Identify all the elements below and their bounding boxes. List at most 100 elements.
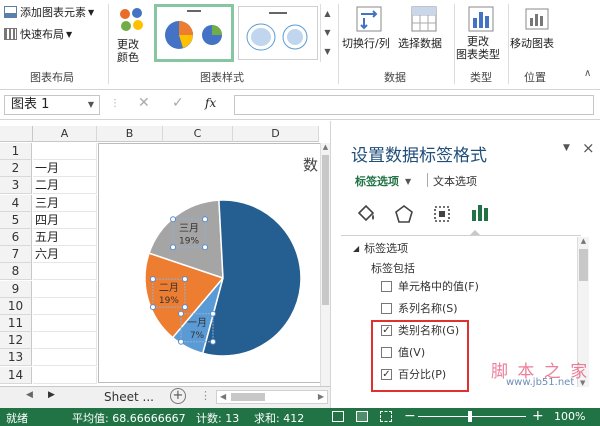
checkbox[interactable] — [381, 302, 392, 314]
fill-line-icon[interactable] — [355, 203, 377, 225]
cell-a[interactable] — [33, 263, 97, 281]
column-header-b[interactable]: B — [97, 126, 163, 142]
select-data-button[interactable]: 选择数据 — [398, 4, 450, 54]
vertical-scrollbar[interactable]: ▲ — [320, 143, 330, 386]
scroll-thumb[interactable] — [579, 249, 588, 281]
selection-handle[interactable] — [181, 276, 188, 283]
scroll-right-icon[interactable]: ▶ — [318, 392, 324, 401]
zoom-slider-thumb[interactable] — [468, 411, 472, 422]
zoom-level[interactable]: 100% — [554, 410, 585, 423]
collapse-ribbon-icon[interactable]: ∧ — [584, 68, 591, 79]
tab-text-options[interactable]: 文本选项 — [433, 173, 477, 189]
cell-a[interactable] — [33, 280, 97, 298]
section-header[interactable]: ◢ 标签选项 — [353, 240, 408, 256]
scroll-thumb[interactable] — [231, 393, 265, 401]
selection-handle[interactable] — [202, 244, 209, 251]
close-pane-button[interactable]: × — [582, 139, 595, 157]
checkbox[interactable] — [381, 280, 392, 292]
cell-a[interactable] — [33, 332, 97, 350]
cell-a[interactable]: 三月 — [33, 194, 97, 212]
scroll-down-icon[interactable]: ▼ — [321, 23, 334, 42]
chart-style-1[interactable] — [154, 4, 234, 62]
zoom-slider[interactable] — [418, 416, 526, 417]
row-header[interactable]: 6 — [0, 229, 32, 246]
page-layout-icon[interactable] — [356, 411, 368, 422]
selection-handle[interactable] — [149, 276, 156, 283]
selection-handle[interactable] — [177, 338, 184, 345]
selection-handle[interactable] — [177, 310, 184, 317]
row-header[interactable]: 9 — [0, 280, 32, 298]
row-header[interactable]: 11 — [0, 315, 32, 332]
insert-function-icon[interactable]: fx — [205, 96, 216, 110]
row-header[interactable]: 7 — [0, 246, 32, 264]
chevron-down-icon[interactable]: ▼ — [88, 96, 94, 114]
gallery-scroll[interactable]: ▲ ▼ ▼ — [320, 4, 334, 62]
add-chart-element-button[interactable]: 添加图表元素 ▼ — [4, 4, 94, 20]
label-option[interactable]: 单元格中的值(F) — [381, 278, 479, 294]
effects-icon[interactable] — [393, 203, 415, 225]
cell-a[interactable]: 五月 — [33, 229, 97, 246]
cell-a[interactable] — [33, 366, 97, 384]
cell-a[interactable]: 一月 — [33, 160, 97, 178]
selection-handle[interactable] — [209, 338, 216, 345]
row-header[interactable]: 5 — [0, 211, 32, 229]
cancel-icon[interactable]: ✕ — [138, 95, 150, 111]
row-header[interactable]: 4 — [0, 194, 32, 212]
prev-sheet-icon[interactable]: ◀ — [26, 390, 33, 400]
page-break-icon[interactable] — [380, 411, 392, 422]
tab-bar-grip-icon[interactable]: ⋮ — [200, 389, 211, 402]
select-all-corner[interactable] — [0, 126, 33, 142]
cell-a[interactable]: 四月 — [33, 211, 97, 229]
label-option[interactable]: 系列名称(S) — [381, 300, 458, 316]
cell-a[interactable] — [33, 349, 97, 367]
column-header-a[interactable]: A — [33, 126, 97, 142]
row-header[interactable]: 12 — [0, 332, 32, 350]
row-header[interactable]: 14 — [0, 366, 32, 384]
normal-view-icon[interactable] — [332, 411, 344, 422]
size-properties-icon[interactable] — [431, 203, 453, 225]
row-header[interactable]: 1 — [0, 143, 32, 160]
sheet-tab[interactable]: Sheet ... — [104, 390, 154, 404]
scroll-left-icon[interactable]: ◀ — [220, 392, 226, 401]
selection-handle[interactable] — [170, 216, 177, 223]
enter-icon[interactable]: ✓ — [172, 95, 184, 111]
move-chart-button[interactable]: 移动图表 — [510, 4, 566, 54]
row-header[interactable]: 10 — [0, 297, 32, 315]
cell-a[interactable] — [33, 315, 97, 332]
row-header[interactable]: 3 — [0, 177, 32, 195]
pane-options-chevron-icon[interactable]: ▼ — [563, 143, 570, 153]
cell-a[interactable]: 六月 — [33, 246, 97, 264]
cell-a[interactable] — [33, 297, 97, 315]
change-colors-button[interactable]: 更改 颜色 — [114, 4, 150, 66]
zoom-out-icon[interactable]: − — [404, 408, 416, 424]
zoom-in-icon[interactable]: + — [532, 408, 544, 424]
scroll-thumb[interactable] — [322, 155, 329, 305]
tab-label-options[interactable]: 标签选项 ▼ — [355, 173, 411, 189]
selection-handle[interactable] — [149, 304, 156, 311]
scroll-up-icon[interactable]: ▲ — [578, 237, 589, 245]
change-chart-type-button[interactable]: 更改 图表类型 — [456, 4, 506, 66]
horizontal-scrollbar[interactable]: ◀ ▶ — [216, 390, 328, 404]
add-sheet-icon[interactable]: + — [170, 388, 186, 404]
row-header[interactable]: 13 — [0, 349, 32, 367]
row-header[interactable]: 8 — [0, 263, 32, 281]
switch-row-column-button[interactable]: 切换行/列 — [342, 4, 396, 54]
chart-style-gallery[interactable]: ▲ ▼ ▼ — [154, 4, 334, 64]
formula-input[interactable] — [234, 95, 594, 115]
chart-area[interactable]: 数 一月 7% 二月 19% 三月 19% — [98, 143, 330, 383]
pie-chart[interactable]: 一月 7% 二月 19% 三月 19% — [99, 144, 330, 384]
scroll-up-icon[interactable]: ▲ — [321, 143, 330, 151]
column-header-d[interactable]: D — [233, 126, 319, 142]
quick-layout-button[interactable]: 快速布局 ▼ — [4, 26, 72, 42]
cell-a[interactable]: 二月 — [33, 177, 97, 195]
next-sheet-icon[interactable]: ▶ — [48, 390, 55, 400]
selection-handle[interactable] — [181, 304, 188, 311]
cell-a[interactable] — [33, 143, 97, 160]
formula-grip-icon[interactable]: ⋮ — [110, 98, 120, 109]
row-header[interactable]: 2 — [0, 160, 32, 178]
selection-handle[interactable] — [202, 216, 209, 223]
selection-handle[interactable] — [170, 244, 177, 251]
name-box[interactable]: 图表 1 ▼ — [4, 95, 100, 115]
scroll-up-icon[interactable]: ▲ — [321, 4, 334, 23]
column-header-c[interactable]: C — [163, 126, 233, 142]
